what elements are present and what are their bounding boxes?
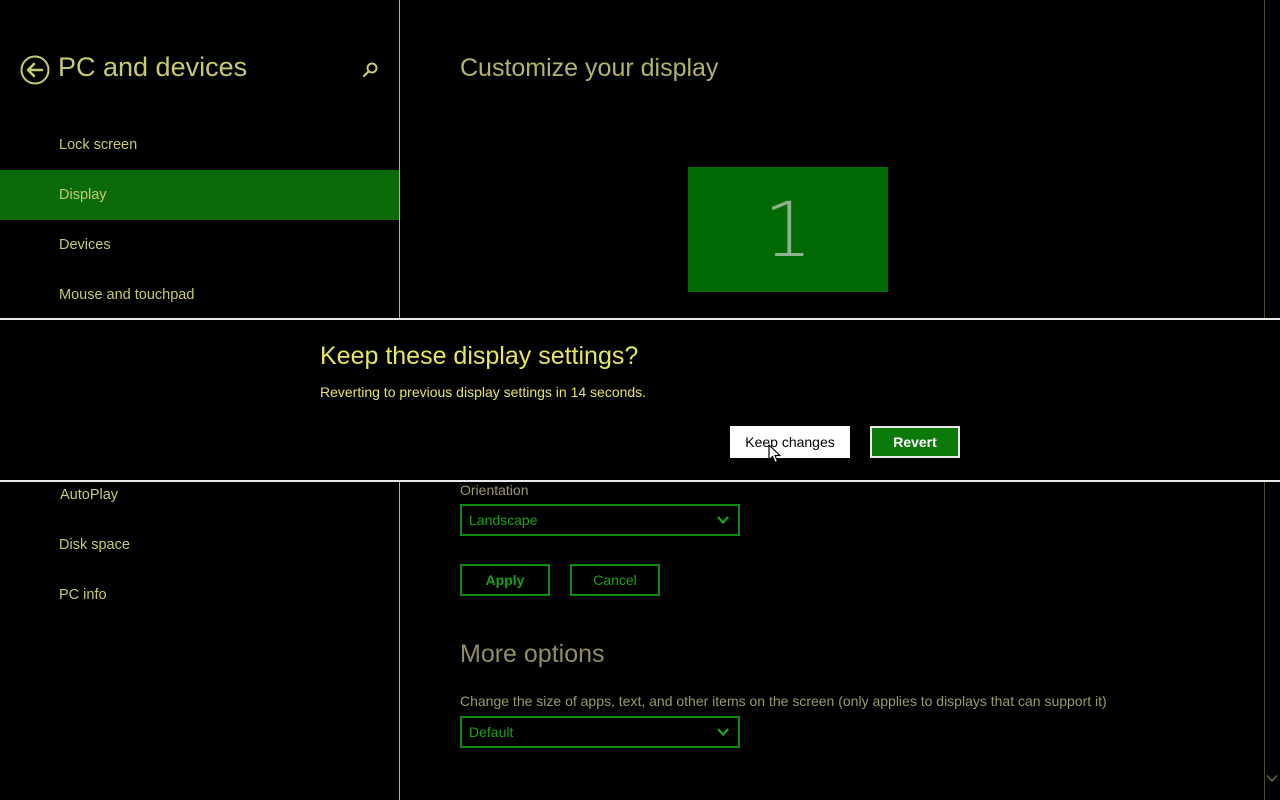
sidebar-item-display[interactable]: Display — [0, 170, 399, 220]
monitor-number: 1 — [763, 185, 813, 274]
settings-window: PC and devices Lock screen Display Devic… — [0, 0, 1280, 800]
orientation-label: Orientation — [460, 482, 529, 498]
sidebar-item-label: Lock screen — [59, 137, 138, 153]
mouse-pointer-icon — [768, 444, 781, 464]
sidebar-item-lock-screen[interactable]: Lock screen — [0, 120, 399, 170]
search-icon — [362, 62, 378, 78]
sidebar-item-mouse-and-touchpad[interactable]: Mouse and touchpad — [0, 270, 399, 320]
orientation-select[interactable]: Landscape — [460, 504, 740, 536]
back-arrow-icon — [20, 55, 50, 85]
sidebar-item-label: Devices — [59, 237, 111, 253]
scale-label: Change the size of apps, text, and other… — [460, 693, 1107, 709]
page-title: Customize your display — [460, 54, 719, 82]
search-button[interactable] — [360, 60, 380, 80]
sidebar-title: PC and devices — [58, 52, 248, 82]
chevron-down-icon — [717, 516, 729, 525]
sidebar-item-disk-space[interactable]: Disk space — [0, 520, 399, 570]
orientation-select-value: Landscape — [469, 512, 538, 528]
monitor-tile[interactable]: 1 — [688, 167, 888, 292]
chevron-down-icon — [717, 728, 729, 737]
scroll-down-arrow-icon[interactable] — [1266, 772, 1278, 784]
dialog-message: Reverting to previous display settings i… — [320, 384, 647, 400]
back-button[interactable] — [20, 55, 50, 85]
scale-select-value: Default — [469, 724, 514, 740]
apply-button[interactable]: Apply — [460, 564, 550, 596]
more-options-heading: More options — [460, 640, 605, 668]
sidebar-item-label: PC info — [59, 587, 107, 603]
revert-button[interactable]: Revert — [870, 426, 960, 458]
sidebar-item-devices[interactable]: Devices — [0, 220, 399, 270]
cancel-button[interactable]: Cancel — [570, 564, 660, 596]
keep-changes-button[interactable]: Keep changes — [730, 426, 850, 458]
sidebar-item-label: Display — [59, 187, 107, 203]
confirm-dialog: Keep these display settings? Reverting t… — [0, 318, 1280, 482]
sidebar-item-pc-info[interactable]: PC info — [0, 570, 399, 620]
scale-select[interactable]: Default — [460, 716, 740, 748]
sidebar-item-label: Disk space — [59, 537, 130, 553]
sidebar-item-label: Mouse and touchpad — [59, 287, 195, 303]
dialog-title: Keep these display settings? — [320, 342, 639, 370]
